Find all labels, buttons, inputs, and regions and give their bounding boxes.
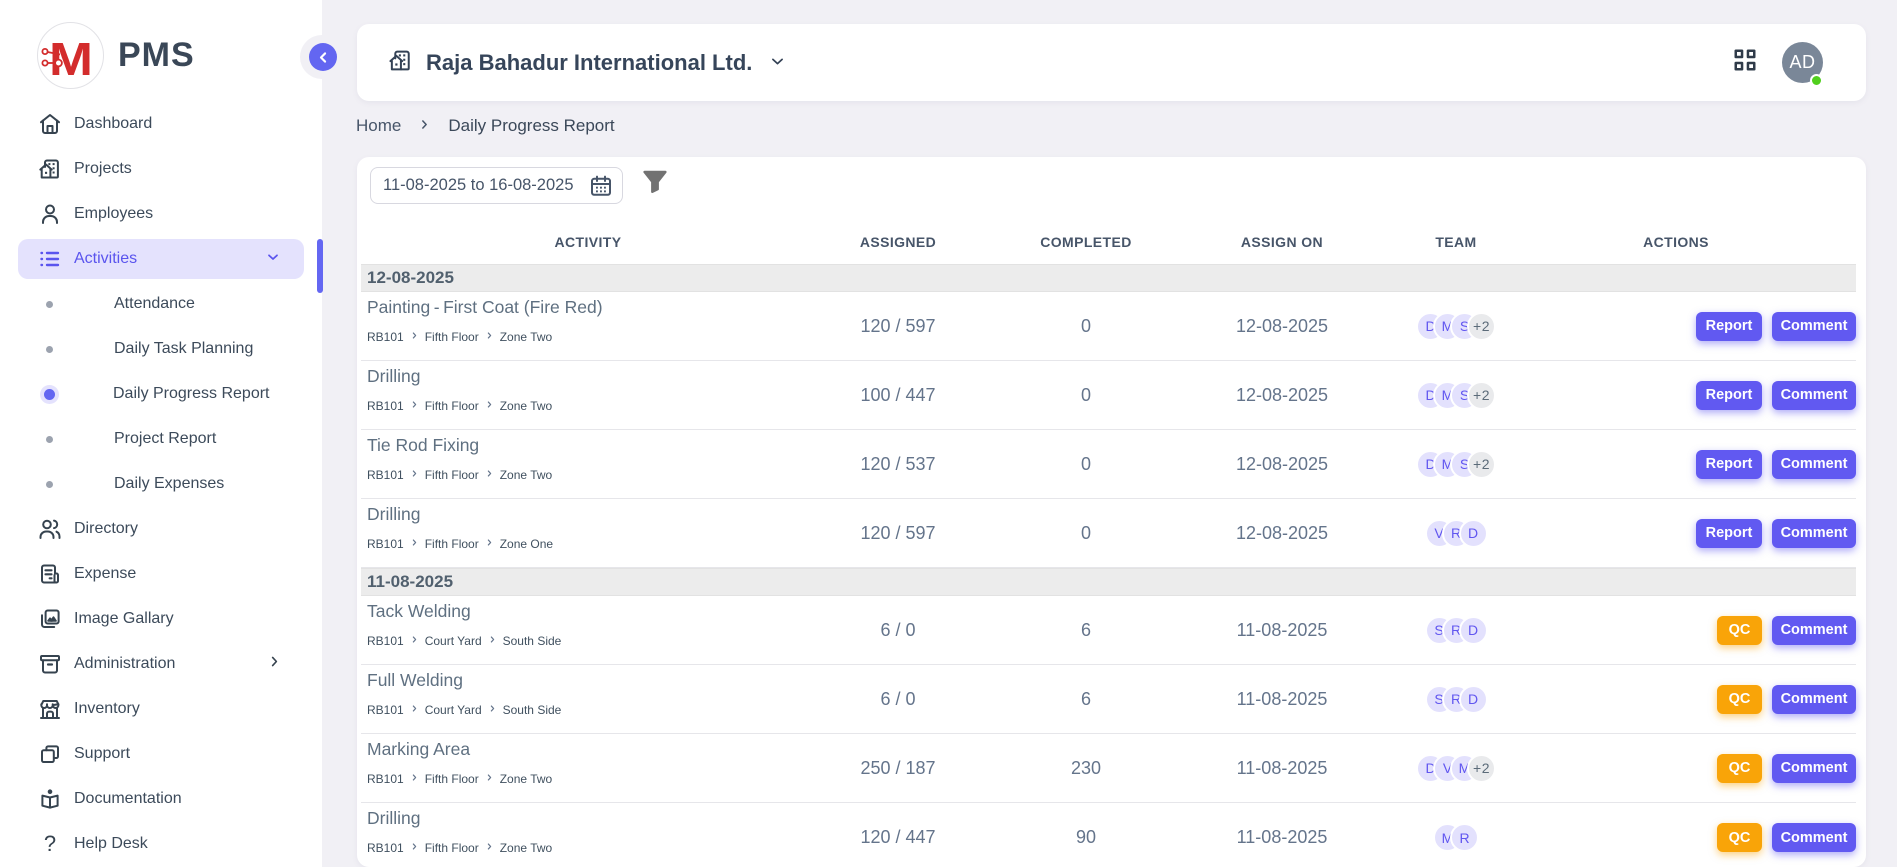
svg-text:?: ? <box>44 832 56 856</box>
svg-text:M: M <box>49 33 93 85</box>
